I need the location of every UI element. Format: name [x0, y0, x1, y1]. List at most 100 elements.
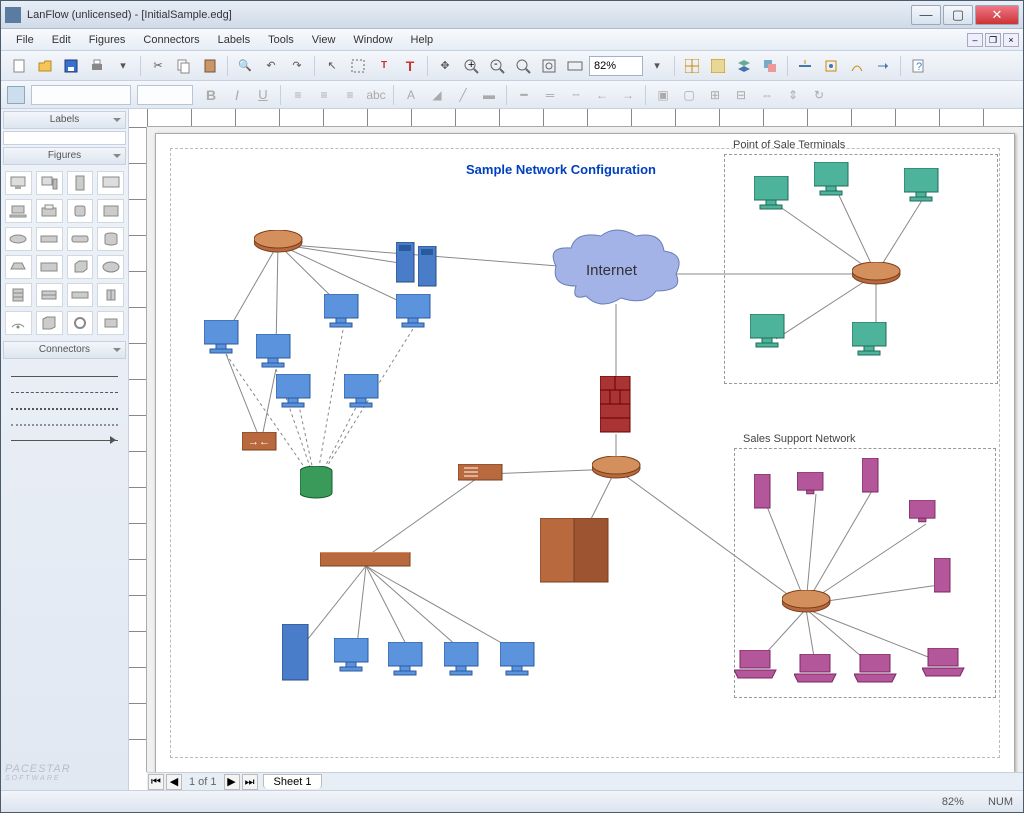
size-combo[interactable]	[137, 85, 193, 105]
align-left-button[interactable]: ≡	[286, 84, 310, 106]
italic-button[interactable]: I	[225, 84, 249, 106]
menu-figures[interactable]: Figures	[80, 32, 135, 48]
node-sales-tower-3[interactable]	[934, 558, 952, 597]
canvas[interactable]: Sample Network Configuration Point of Sa…	[147, 127, 1023, 772]
menu-window[interactable]: Window	[344, 32, 401, 48]
shape-monitor[interactable]	[5, 171, 32, 195]
shape-cube[interactable]	[67, 255, 94, 279]
shape-switch[interactable]	[36, 227, 63, 251]
shadow-button[interactable]: ▬	[477, 84, 501, 106]
color-swatch[interactable]	[7, 86, 25, 104]
underline-button[interactable]: U	[251, 84, 275, 106]
maximize-button[interactable]: ▢	[943, 5, 973, 25]
shape-pc[interactable]	[36, 171, 63, 195]
shape-fax[interactable]	[97, 199, 124, 223]
node-pc-8[interactable]	[388, 642, 428, 681]
menu-tools[interactable]: Tools	[259, 32, 303, 48]
stack-button[interactable]	[758, 54, 782, 78]
shape-database[interactable]	[97, 227, 124, 251]
shape-wall[interactable]	[97, 283, 124, 307]
node-firewall[interactable]	[600, 376, 632, 437]
sheet-last[interactable]: ⏭	[242, 774, 258, 790]
pan-button[interactable]: ✥	[433, 54, 457, 78]
menu-file[interactable]: File	[7, 32, 43, 48]
node-pc-10[interactable]	[500, 642, 540, 681]
cut-button[interactable]: ✂	[146, 54, 170, 78]
node-pc-1[interactable]	[204, 320, 244, 359]
fill-button[interactable]: ◢	[425, 84, 449, 106]
node-pc-4[interactable]	[396, 294, 436, 333]
node-router-2[interactable]	[592, 456, 642, 483]
diagram-title[interactable]: Sample Network Configuration	[466, 162, 656, 177]
help-button[interactable]: ?	[906, 54, 930, 78]
node-pc-5[interactable]	[276, 374, 316, 413]
line-style1[interactable]: ━	[512, 84, 536, 106]
node-sales-tower-2[interactable]	[862, 458, 880, 497]
paste-button[interactable]	[198, 54, 222, 78]
labels-panel-body[interactable]	[3, 131, 126, 145]
shape-router[interactable]	[5, 227, 32, 251]
align-right-button[interactable]: ≡	[338, 84, 362, 106]
node-pc-2[interactable]	[256, 334, 296, 373]
mdi-restore[interactable]: ❐	[985, 33, 1001, 47]
select-rect-button[interactable]	[346, 54, 370, 78]
node-sales-tower-1[interactable]	[754, 474, 772, 513]
zoom-dropdown[interactable]: ▾	[645, 54, 669, 78]
node-pc-3[interactable]	[324, 294, 364, 333]
dropdown-icon[interactable]: ▾	[111, 54, 135, 78]
send-back-button[interactable]: ▢	[677, 84, 701, 106]
flip-h-button[interactable]: ⇔	[755, 84, 779, 106]
copy-button[interactable]	[172, 54, 196, 78]
snap-button[interactable]	[706, 54, 730, 78]
internet-cloud[interactable]: Internet	[546, 226, 686, 316]
node-pos-5[interactable]	[852, 322, 892, 361]
mdi-close[interactable]: ×	[1003, 33, 1019, 47]
rotate-button[interactable]: ↻	[807, 84, 831, 106]
shape-rack[interactable]	[36, 283, 63, 307]
save-button[interactable]	[59, 54, 83, 78]
route-button[interactable]	[871, 54, 895, 78]
sheet-first[interactable]: ⏮	[148, 774, 164, 790]
shape-terminal[interactable]	[97, 171, 124, 195]
menu-help[interactable]: Help	[402, 32, 443, 48]
abc-button[interactable]: abc	[364, 84, 388, 106]
menu-edit[interactable]: Edit	[43, 32, 80, 48]
shape-disk[interactable]	[36, 311, 63, 335]
connector-dotted[interactable]	[7, 401, 122, 415]
ungroup-button[interactable]: ⊟	[729, 84, 753, 106]
node-database[interactable]	[300, 466, 334, 505]
flip-v-button[interactable]: ⇕	[781, 84, 805, 106]
align-center-button[interactable]: ≡	[312, 84, 336, 106]
arrow-right-button[interactable]: →	[616, 84, 640, 106]
node-sales-mon-1[interactable]	[796, 472, 830, 505]
minimize-button[interactable]: —	[911, 5, 941, 25]
shape-cloud[interactable]	[97, 255, 124, 279]
menu-connectors[interactable]: Connectors	[134, 32, 208, 48]
node-pos-3[interactable]	[904, 168, 944, 207]
shape-server[interactable]	[67, 171, 94, 195]
mdi-minimize[interactable]: –	[967, 33, 983, 47]
node-switch-1[interactable]	[242, 432, 280, 455]
undo-button[interactable]: ↶	[259, 54, 283, 78]
menu-view[interactable]: View	[303, 32, 345, 48]
layers-button[interactable]	[732, 54, 756, 78]
node-patch-panel[interactable]	[320, 552, 412, 571]
zoom-in-button[interactable]: +	[459, 54, 483, 78]
shape-phone[interactable]	[67, 199, 94, 223]
arrow-left-button[interactable]: ←	[590, 84, 614, 106]
node-pc-9[interactable]	[444, 642, 484, 681]
node-server-2[interactable]	[418, 246, 438, 291]
bring-front-button[interactable]: ▣	[651, 84, 675, 106]
labels-panel-header[interactable]: Labels	[3, 111, 126, 129]
node-pos-1[interactable]	[754, 176, 794, 215]
node-sales-laptop-1[interactable]	[734, 650, 778, 683]
node-sales-mon-2[interactable]	[908, 500, 942, 533]
connector-dashed[interactable]	[7, 385, 122, 399]
zoom-out-button[interactable]: -	[485, 54, 509, 78]
connector-arrow[interactable]	[7, 433, 122, 447]
zoom-input[interactable]: 82%	[589, 56, 643, 76]
shape-hub[interactable]	[67, 227, 94, 251]
grid-button[interactable]	[680, 54, 704, 78]
zoom-page-button[interactable]	[537, 54, 561, 78]
print-button[interactable]	[85, 54, 109, 78]
